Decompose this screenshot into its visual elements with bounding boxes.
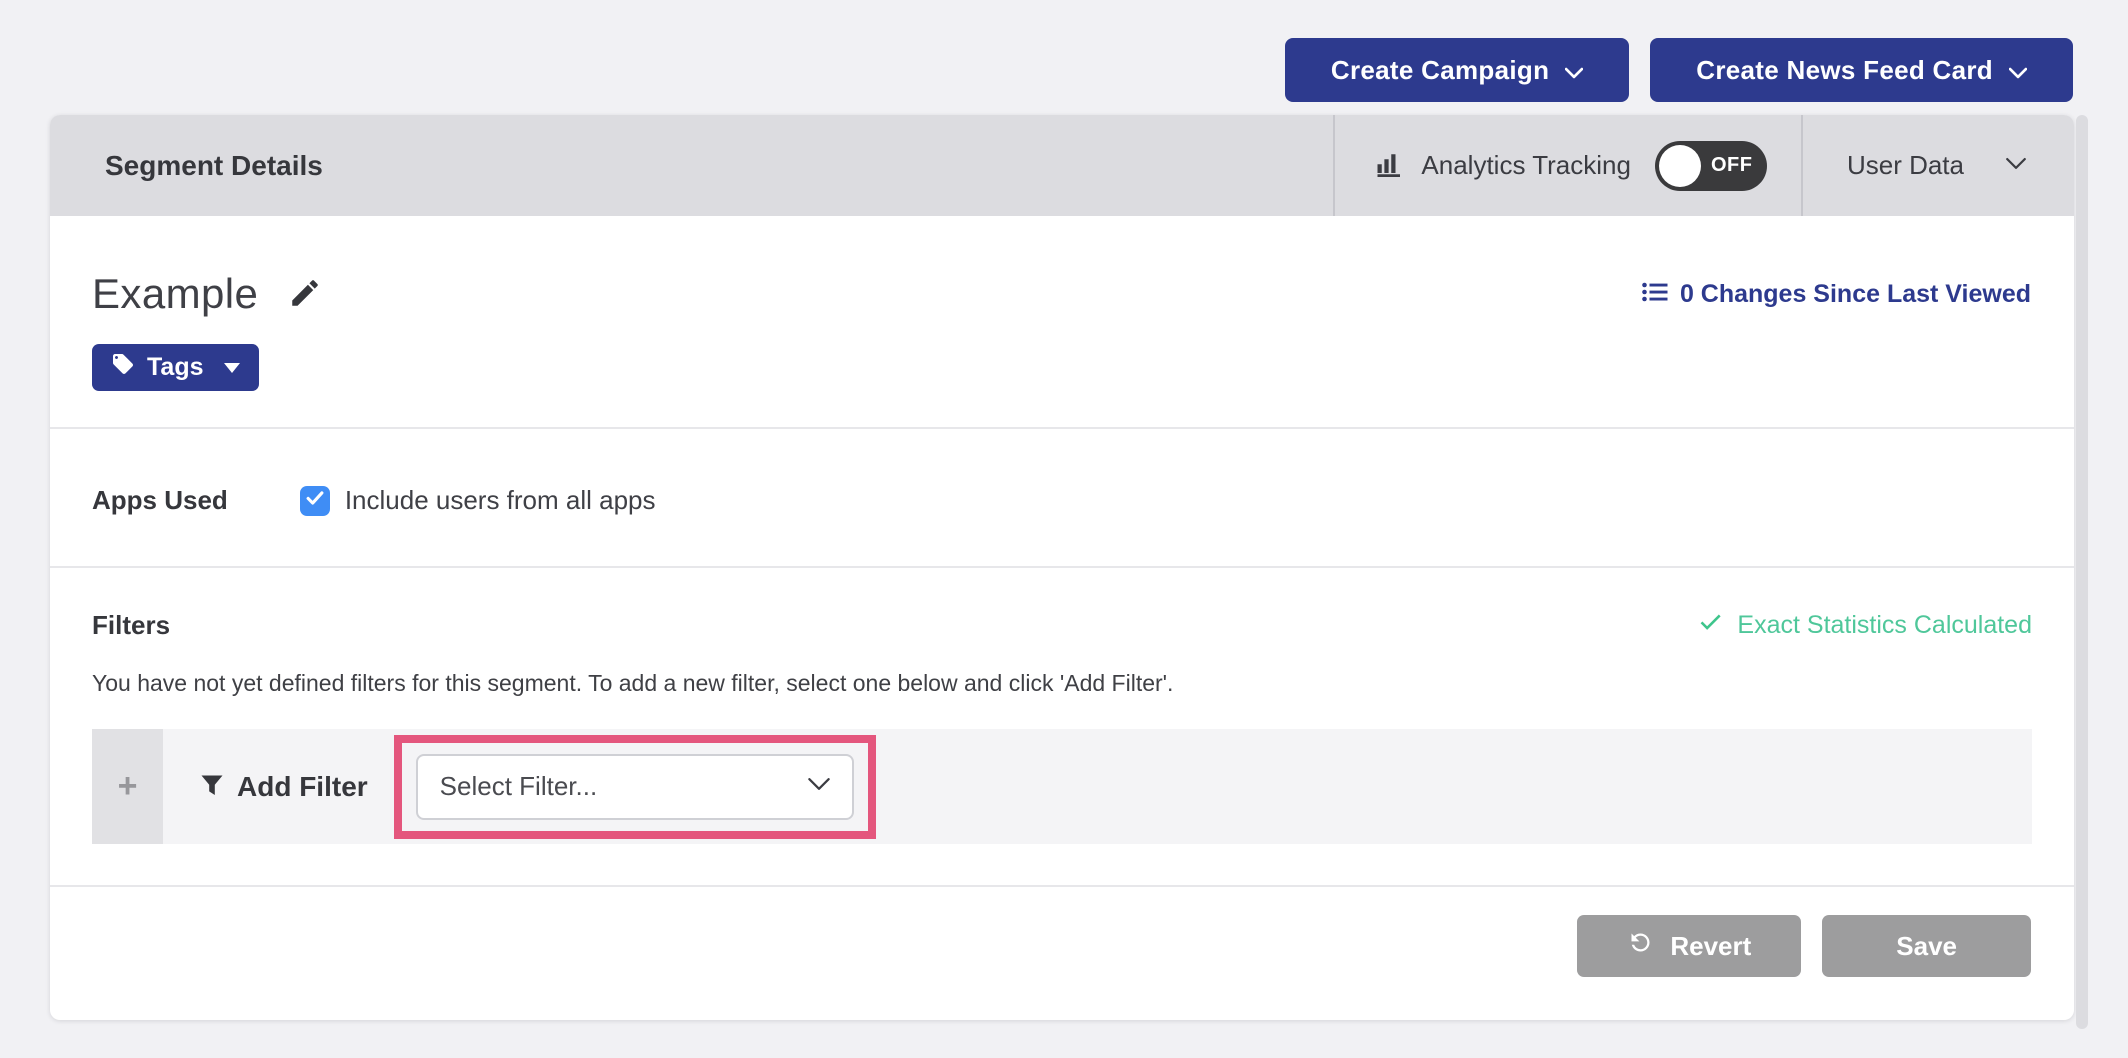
tag-icon: [111, 352, 135, 383]
highlight-annotation: Select Filter...: [394, 735, 876, 839]
save-label: Save: [1896, 931, 1957, 962]
segment-details-card: Segment Details Analytics Tracking OFF U…: [50, 115, 2074, 1020]
scrollbar[interactable]: [2076, 115, 2088, 1029]
caret-down-icon: [224, 363, 240, 373]
filter-funnel-icon: [201, 771, 223, 803]
chevron-down-icon: [2006, 157, 2026, 175]
tags-button[interactable]: Tags: [92, 344, 259, 391]
page-title: Segment Details: [50, 150, 323, 182]
include-all-apps-label: Include users from all apps: [345, 485, 656, 516]
apps-used-label: Apps Used: [92, 485, 228, 516]
bar-chart-icon: [1375, 148, 1405, 183]
tags-row: Tags: [50, 318, 2074, 427]
revert-button[interactable]: Revert: [1577, 915, 1801, 977]
filters-heading: Filters: [92, 610, 170, 641]
footer-actions: Revert Save: [50, 887, 2074, 1020]
filters-description: You have not yet defined filters for thi…: [92, 670, 2032, 697]
analytics-tracking-label: Analytics Tracking: [1421, 150, 1631, 181]
check-icon: [304, 487, 326, 514]
edit-segment-name-button[interactable]: [288, 276, 322, 313]
save-button[interactable]: Save: [1822, 915, 2031, 977]
exact-statistics-status: Exact Statistics Calculated: [1697, 608, 2032, 642]
tags-button-label: Tags: [147, 353, 204, 382]
top-action-bar: Create Campaign Create News Feed Card: [1285, 38, 2073, 102]
revert-label: Revert: [1670, 931, 1751, 962]
add-filter-plus-button[interactable]: +: [92, 729, 163, 844]
chevron-down-icon: [1565, 55, 1583, 86]
include-all-apps-checkbox[interactable]: [300, 486, 330, 516]
create-campaign-button[interactable]: Create Campaign: [1285, 38, 1629, 102]
create-campaign-label: Create Campaign: [1331, 55, 1549, 86]
analytics-tracking-toggle[interactable]: OFF: [1655, 141, 1767, 191]
filters-section: Filters Exact Statistics Calculated You …: [50, 568, 2074, 885]
pencil-icon: [288, 276, 322, 313]
revert-icon: [1627, 929, 1654, 963]
select-filter-dropdown[interactable]: Select Filter...: [416, 754, 854, 820]
list-icon: [1642, 280, 1668, 309]
add-filter-button[interactable]: Add Filter: [195, 770, 374, 804]
check-icon: [1697, 608, 1724, 642]
add-filter-row: + Add Filter Select Filter...: [92, 729, 2032, 844]
plus-icon: +: [118, 767, 138, 806]
create-news-feed-card-label: Create News Feed Card: [1696, 55, 1993, 86]
exact-statistics-label: Exact Statistics Calculated: [1737, 611, 2032, 640]
toggle-knob: [1659, 145, 1701, 187]
chevron-down-icon: [2009, 55, 2027, 86]
segment-details-header: Segment Details Analytics Tracking OFF U…: [50, 115, 2074, 216]
filters-header: Filters Exact Statistics Calculated: [92, 608, 2032, 642]
changes-link-label: 0 Changes Since Last Viewed: [1680, 280, 2031, 309]
segment-name: Example: [92, 270, 258, 318]
toggle-state-label: OFF: [1711, 154, 1753, 177]
user-data-label: User Data: [1847, 150, 1964, 181]
segment-title-row: Example 0 Changes Since Last Viewed: [50, 216, 2074, 318]
changes-since-last-viewed-link[interactable]: 0 Changes Since Last Viewed: [1642, 280, 2031, 309]
create-news-feed-card-button[interactable]: Create News Feed Card: [1650, 38, 2073, 102]
apps-used-row: Apps Used Include users from all apps: [50, 429, 2074, 566]
user-data-dropdown[interactable]: User Data: [1801, 115, 2074, 216]
header-spacer: [323, 115, 1334, 216]
analytics-tracking-group: Analytics Tracking OFF: [1333, 115, 1801, 216]
chevron-down-icon: [808, 777, 830, 796]
add-filter-label: Add Filter: [237, 771, 368, 803]
select-filter-placeholder: Select Filter...: [440, 771, 598, 802]
